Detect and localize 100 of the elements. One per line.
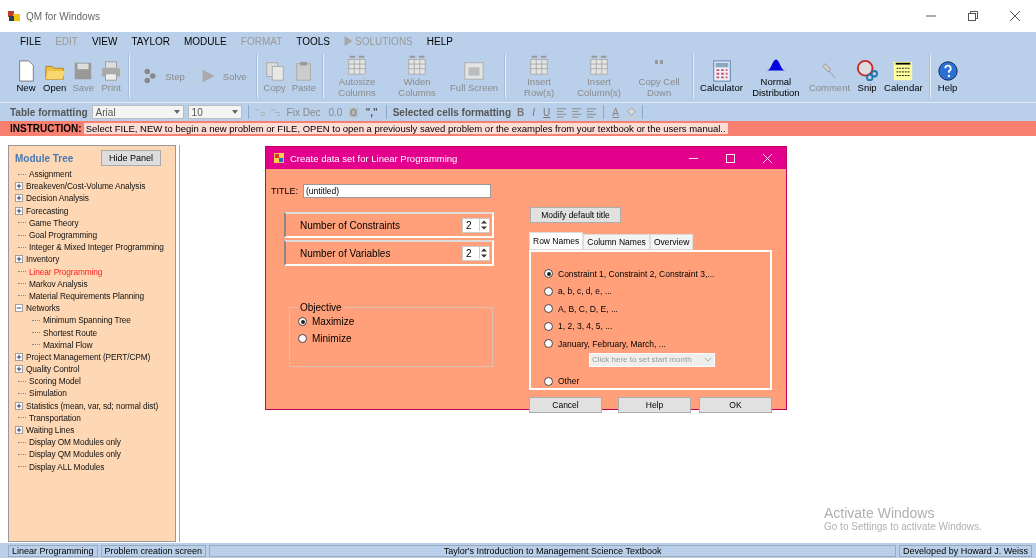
toolbar-button[interactable]: New — [12, 59, 40, 93]
tree-item[interactable]: Markov Analysis — [29, 278, 88, 289]
dialog-logo-icon — [274, 153, 284, 163]
modify-title-button[interactable]: Modify default title — [530, 207, 621, 223]
chevron-icon — [704, 357, 712, 362]
tree-item[interactable]: Display QM Modules only — [29, 449, 121, 460]
tree-item[interactable]: Project Management (PERT/CPM) — [26, 351, 151, 362]
radio-button[interactable] — [544, 286, 553, 296]
watermark-text: Go to Settings to activate Windows. — [824, 521, 982, 532]
expander-icon[interactable] — [15, 401, 23, 410]
expander-icon[interactable] — [15, 426, 23, 435]
panel-title: Module Tree — [15, 152, 74, 164]
toolbar-button[interactable]: Snip — [853, 59, 882, 93]
font-dropdown[interactable]: Arial — [91, 105, 184, 119]
radio-button[interactable] — [544, 339, 553, 349]
menu-item[interactable]: TOOLS — [290, 34, 336, 48]
tab[interactable]: Column Names — [583, 234, 650, 250]
expander-icon[interactable] — [15, 304, 23, 313]
radio-label[interactable]: Constraint 1, Constraint 2, Constraint 3,... — [558, 268, 715, 279]
status-pane: Developed by Howard J. Weiss — [899, 544, 1032, 557]
table-icon — [588, 54, 611, 76]
tree-item[interactable]: Transportation — [29, 412, 81, 423]
radio-label[interactable]: A, B, C, D, E, ... — [558, 303, 618, 314]
menu-item[interactable]: HELP — [420, 34, 459, 48]
radio-label[interactable]: Maximize — [312, 316, 355, 327]
tree-item[interactable]: Maximal Flow — [43, 339, 93, 350]
group-label: Objective — [299, 302, 343, 313]
comma-button[interactable]: "," — [363, 106, 380, 118]
radio-button[interactable] — [544, 304, 553, 314]
radio-button[interactable] — [544, 269, 553, 279]
maximize-icon[interactable] — [726, 153, 735, 163]
app-logo-icon — [8, 10, 20, 22]
status-pane: Problem creation screen — [100, 544, 207, 557]
table-icon — [406, 54, 429, 76]
menu-item[interactable]: TAYLOR — [125, 34, 176, 48]
toolbar-button[interactable]: Help — [933, 59, 962, 93]
radio-button[interactable] — [298, 334, 307, 343]
tree-item[interactable]: Decision Analysis — [26, 193, 89, 204]
toolbar-button[interactable]: Open — [40, 59, 70, 93]
dialog-button[interactable]: Help — [618, 397, 691, 413]
close-icon[interactable] — [1010, 11, 1020, 21]
radio-button[interactable] — [544, 321, 553, 331]
dropdown-arrow-icon — [173, 110, 180, 114]
toolbar-button[interactable]: Calendar — [881, 59, 926, 93]
tree-item[interactable]: Breakeven/Cost-Volume Analysis — [26, 181, 146, 192]
menu-item[interactable]: MODULE — [178, 34, 233, 48]
copy-icon — [263, 59, 286, 82]
dialog-button[interactable]: Cancel — [529, 397, 602, 413]
dropdown-arrow-icon — [231, 110, 238, 114]
radio-label[interactable]: Other — [558, 376, 580, 387]
tree-item[interactable]: Waiting Lines — [26, 425, 75, 436]
tree-item[interactable]: Display OM Modules only — [29, 437, 121, 448]
tree-item[interactable]: Assignment — [29, 169, 72, 180]
hide-panel-button[interactable]: Hide Panel — [100, 150, 161, 166]
tree-item[interactable]: Shortest Route — [43, 327, 97, 338]
number-spinner[interactable]: 2 — [462, 245, 490, 261]
title-field[interactable]: (untitled) — [303, 184, 491, 198]
expander-icon[interactable] — [15, 365, 23, 374]
tree-item[interactable]: Quality Control — [26, 364, 80, 375]
tab[interactable]: Row Names — [529, 232, 584, 250]
spinner-label: Number of Variables — [300, 247, 391, 259]
radio-button[interactable] — [298, 317, 307, 326]
radio-label[interactable]: a, b, c, d, e, ... — [558, 286, 612, 297]
toolbar-label: Selected cells formatting — [392, 106, 512, 118]
tab[interactable]: Overview — [649, 234, 694, 250]
tree-item[interactable]: Forecasting — [26, 205, 69, 216]
tree-item[interactable]: Minimum Spanning Tree — [43, 315, 131, 326]
tree-item[interactable]: Game Theory — [29, 217, 79, 228]
expander-icon[interactable] — [15, 206, 23, 215]
status-pane: Taylor's Introduction to Management Science Textbook — [209, 544, 897, 557]
toolbar-button[interactable]: Calculator — [697, 59, 746, 93]
toolbar-button[interactable]: Normal Distribution — [745, 54, 806, 98]
expander-icon[interactable] — [15, 182, 23, 191]
menu-item[interactable]: FILE — [14, 34, 48, 48]
tree-item[interactable]: Scoring Model — [29, 376, 81, 387]
table-icon — [528, 54, 551, 76]
dialog-title: Create data set for Linear Programming — [290, 152, 458, 164]
expander-icon[interactable] — [15, 194, 23, 203]
fill-color-icon[interactable] — [624, 106, 636, 118]
tree-item[interactable]: Display ALL Modules — [29, 461, 105, 472]
menu-item[interactable]: VIEW — [85, 34, 124, 48]
tree-item[interactable]: Statistics (mean, var, sd; normal dist) — [26, 400, 159, 411]
number-spinner[interactable]: 2 — [462, 217, 490, 233]
title-label: TITLE: — [271, 186, 298, 196]
tree-item[interactable]: Material Requirements Planning — [29, 290, 145, 301]
restore-icon[interactable] — [968, 11, 978, 21]
radio-button[interactable] — [544, 376, 553, 386]
tree-item[interactable]: Inventory — [26, 254, 60, 265]
expander-icon[interactable] — [15, 255, 23, 264]
expander-icon[interactable] — [15, 352, 23, 361]
play-icon — [344, 36, 353, 46]
tree-item[interactable]: Networks — [26, 303, 60, 314]
radio-label[interactable]: Minimize — [312, 333, 352, 344]
tree-item[interactable]: Goal Programming — [29, 230, 98, 241]
tree-item[interactable]: Integer & Mixed Integer Programming — [29, 242, 164, 253]
dialog-button[interactable]: OK — [699, 397, 772, 413]
radio-label[interactable]: January, February, March, ... — [558, 338, 666, 349]
radio-label[interactable]: 1, 2, 3, 4, 5, ... — [558, 321, 613, 332]
size-dropdown[interactable]: 10 — [187, 105, 242, 119]
tree-item[interactable]: Simulation — [29, 388, 67, 399]
